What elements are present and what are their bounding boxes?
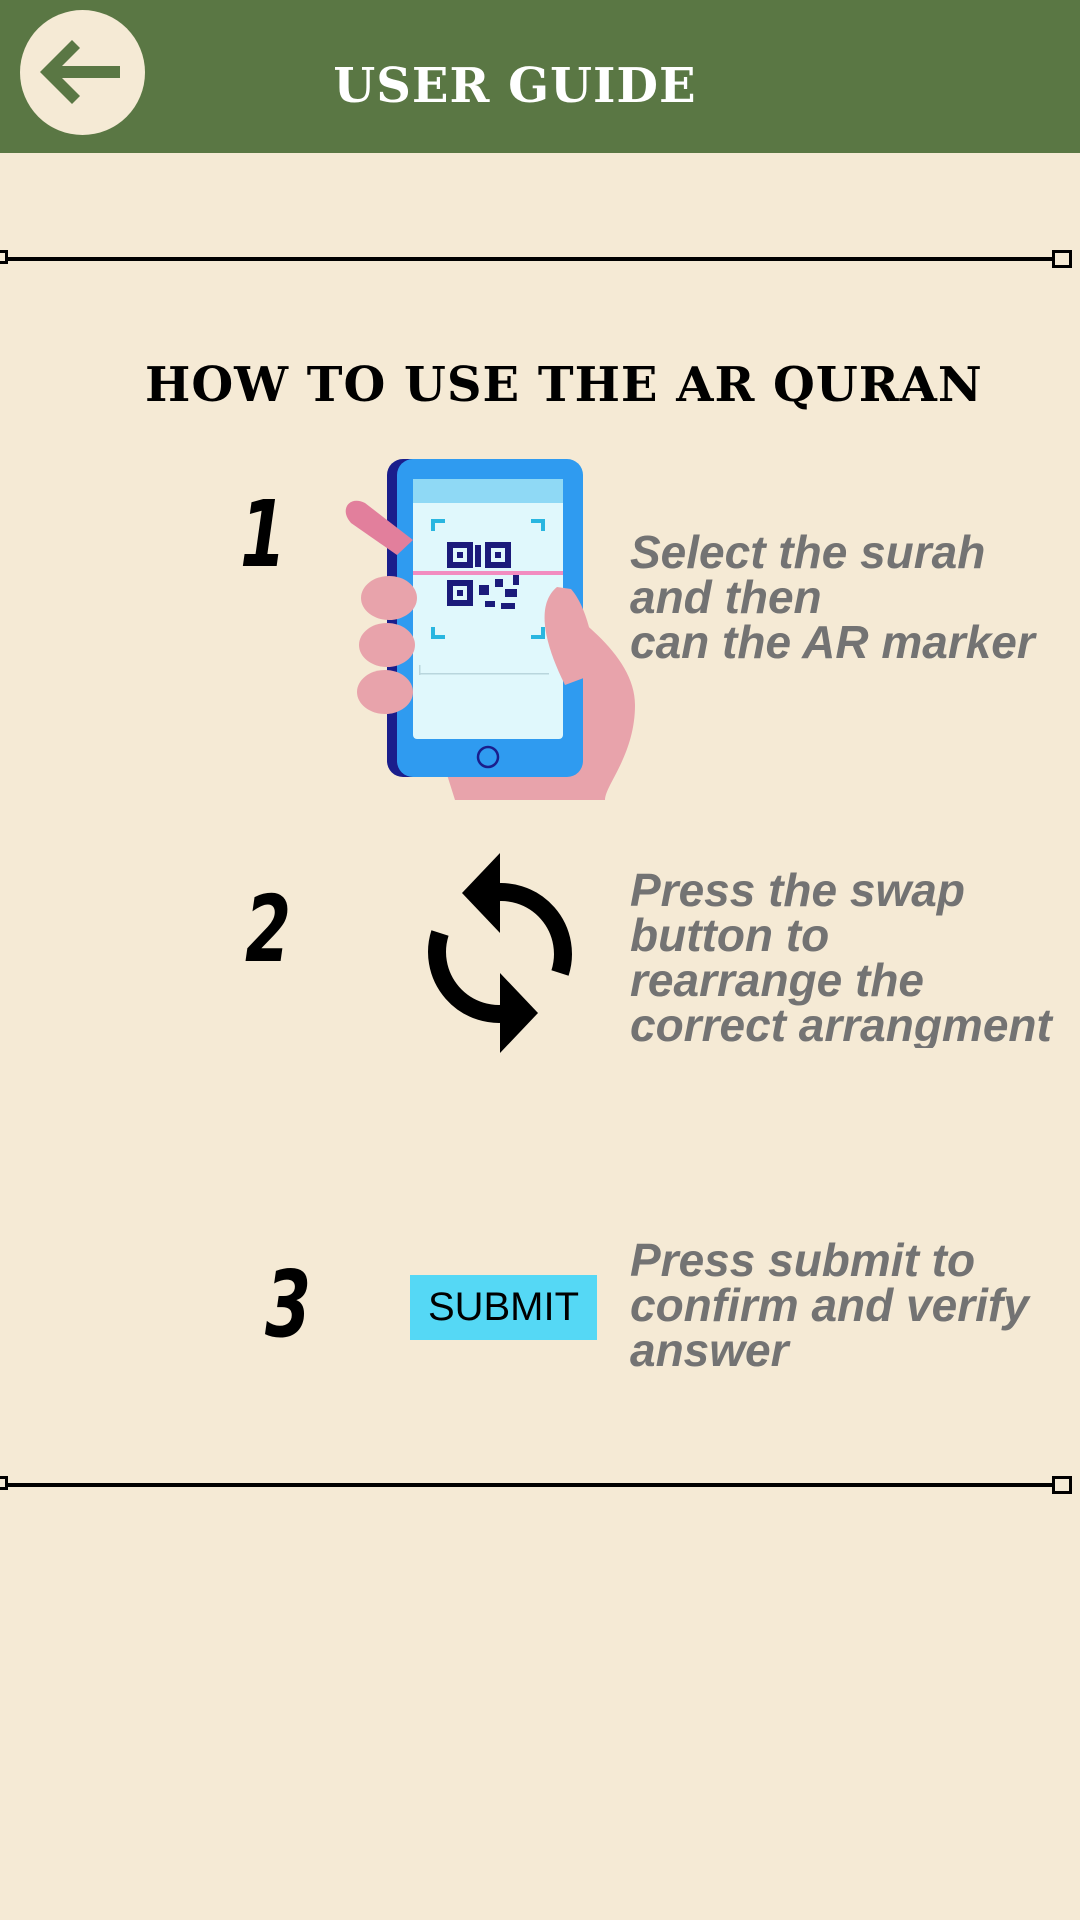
page-title: USER GUIDE [333, 58, 697, 114]
step-3-text: Press submit to confirm and verify answe… [630, 1238, 1029, 1373]
top-divider [0, 249, 1080, 269]
step-1-number: 1 [240, 481, 287, 588]
swap-icon [428, 853, 572, 1053]
submit-button[interactable]: SUBMIT [410, 1275, 597, 1340]
step-1-text: Select the surah and then can the AR mar… [630, 530, 1035, 665]
bottom-divider [0, 1475, 1080, 1495]
step-2-text: Press the swap button to rearrange the c… [630, 868, 1052, 1048]
app-header: USER GUIDE [0, 0, 1080, 153]
phone-qr-scan-icon [345, 459, 635, 800]
step-3-number: 3 [265, 1251, 312, 1358]
step-2-number: 2 [245, 876, 292, 983]
guide-title: HOW TO USE THE AR QURAN [145, 357, 983, 413]
